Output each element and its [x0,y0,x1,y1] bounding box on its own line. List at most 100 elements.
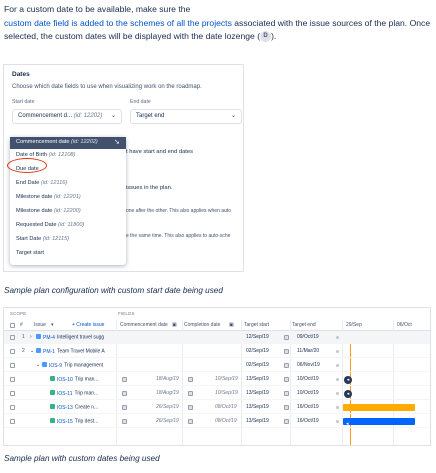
target-start-value: 12/Sep/19 [246,334,269,340]
custom-date-lozenge-icon [122,419,127,424]
collapse-icon[interactable]: ⌄ [36,362,40,368]
left-arrow-icon[interactable]: ◂ [344,376,352,384]
dropdown-option[interactable]: Target start [10,248,126,260]
custom-date-lozenge-icon [122,391,127,396]
target-start-value: 13/Sep/19 [246,390,269,396]
column-header-target-start: Target start [244,322,270,328]
custom-date-scheme-link[interactable]: custom date field is added to the scheme… [4,18,232,28]
dropdown-option[interactable]: Commencement date (id: 12202) ➘ [10,137,126,149]
issue-cell[interactable]: PM-4 Intelligent travel sugg [36,334,116,341]
row-checkbox[interactable] [10,419,15,424]
intro-text: For a custom date to be available, make … [4,4,191,14]
target-start-value: 02/Sep/19 [246,348,269,354]
dates-config-panel: Dates Choose which date fields to use wh… [4,65,243,271]
column-header-target-end: Target end [292,322,316,328]
calendar-icon: ▣ [229,322,234,328]
issue-cell[interactable]: IOS-13 Create n... [50,404,114,411]
dropdown-option[interactable]: Requested Date (id: 11800) [10,220,126,232]
table-header: # Issue ▾ + Create issue Commencement da… [4,320,430,331]
issue-cell[interactable]: IOS-15 Trip dest... [50,418,114,425]
left-arrow-icon[interactable]: ◂ [344,390,352,398]
dropdown-option[interactable]: Milestone date (id: 12201) [10,192,126,204]
start-date-label: Start date [12,99,35,105]
table-row[interactable]: IOS-13 Create n... 26/Sep/19 08/Oct/19 13… [4,401,430,414]
status-dot-icon [336,392,339,395]
intro-paragraph: For a custom date to be available, make … [4,3,432,44]
start-date-value: Commencement d... [18,113,73,119]
row-checkbox[interactable] [10,391,15,396]
timeline-week-label: 29/Sep [346,322,362,328]
fields-section-label: FIELDS [118,311,135,316]
table-row[interactable]: IOS-15 Trip dest... 26/Sep/19 08/Oct/19 1… [4,415,430,428]
end-date-value: Target end [136,113,165,119]
timeline-bar[interactable]: ◂ [343,418,415,427]
dates-section-description: Choose which date fields to use when vis… [12,84,202,90]
calendar-icon [284,363,289,368]
status-dot-icon [336,336,339,339]
issue-cell[interactable]: IOS-9 Trip management [42,362,116,369]
row-number: 1 [22,334,25,340]
dropdown-option[interactable]: Milestone date (id: 12200) [10,206,126,218]
timeline-bar[interactable] [343,404,415,411]
background-text: e the same time. This also applies to au… [126,233,231,239]
row-checkbox[interactable] [10,349,15,354]
column-header-commencement: Commencement date [120,322,168,328]
select-all-checkbox[interactable] [10,323,15,328]
row-checkbox[interactable] [10,377,15,382]
status-dot-icon [336,406,339,409]
highlight-circle [7,158,47,173]
status-dot-icon [336,378,339,381]
status-dot-icon [336,350,339,353]
table-row[interactable]: ⌄ IOS-9 Trip management 02/Sep/19 06/Nov/… [4,359,430,372]
row-number: 2 [22,348,25,354]
issue-cell[interactable]: IOS-11 Trip man... [50,390,114,397]
table-row[interactable]: IOS-11 Trip man... 18/Aug/19 10/Sep/19 13… [4,387,430,400]
target-start-value: 13/Sep/19 [246,418,269,424]
completion-value: 08/Oct/19 [215,418,237,424]
table-row[interactable]: 2 ⌄ PM-1 Team Travel Mobile A 02/Sep/19 1… [4,345,430,358]
left-arrow-icon: ◂ [346,421,349,427]
dates-section-title: Dates [12,71,30,78]
custom-date-lozenge-icon [188,405,193,410]
target-start-value: 13/Sep/19 [246,376,269,382]
row-checkbox[interactable] [10,405,15,410]
create-issue-button[interactable]: + Create issue [72,322,104,328]
end-date-select[interactable]: Target end ⌄ [130,109,242,124]
chevron-down-icon: ⌄ [230,113,236,119]
target-end-value: 11/Mar/20 [297,348,320,354]
chevron-down-icon: ⌄ [110,113,116,119]
start-date-select[interactable]: Commencement d... (id: 12202) ⌄ [12,109,122,124]
issue-cell[interactable]: IOS-10 Trip man... [50,376,114,383]
plan-screenshot: SCOPE FIELDS # Issue ▾ + Create issue Co… [3,307,431,446]
row-checkbox[interactable] [10,363,15,368]
calendar-icon [284,377,289,382]
date-lozenge: D [260,31,272,43]
background-text: t have start and end dates [126,149,194,155]
column-header-number: # [20,322,23,328]
column-header-issue: Issue [34,322,46,328]
issue-cell[interactable]: PM-1 Team Travel Mobile A [36,348,116,355]
row-checkbox[interactable] [10,335,15,340]
target-end-value: 06/Nov/19 [297,362,320,368]
completion-value: 10/Sep/19 [215,376,238,382]
target-end-value: 10/Oct/19 [297,376,319,382]
target-end-value: 16/Oct/19 [297,418,319,424]
custom-date-lozenge-icon [188,419,193,424]
expand-icon[interactable]: › [30,334,32,340]
story-icon [42,362,47,367]
background-text: issues in the plan. [126,185,173,191]
sort-icon[interactable]: ▾ [51,322,54,328]
calendar-icon [284,419,289,424]
table-row[interactable]: 1 › PM-4 Intelligent travel sugg 12/Sep/1… [4,331,430,344]
target-end-value: 09/Oct/19 [297,334,319,340]
background-text: one after the other. This also applies w… [126,208,231,214]
dropdown-option[interactable]: Start Date (id: 12115) [10,234,126,246]
column-header-completion: Completion date [184,322,221,328]
cursor-icon: ➘ [114,139,120,146]
intro-text-end: ). [271,31,277,42]
end-date-label: End date [130,99,151,105]
table-row[interactable]: IOS-10 Trip man... 18/Aug/19 10/Sep/19 13… [4,373,430,386]
collapse-icon[interactable]: ⌄ [30,348,34,354]
scope-section-label: SCOPE [10,311,27,316]
dropdown-option[interactable]: End Date (id: 12116) [10,178,126,190]
